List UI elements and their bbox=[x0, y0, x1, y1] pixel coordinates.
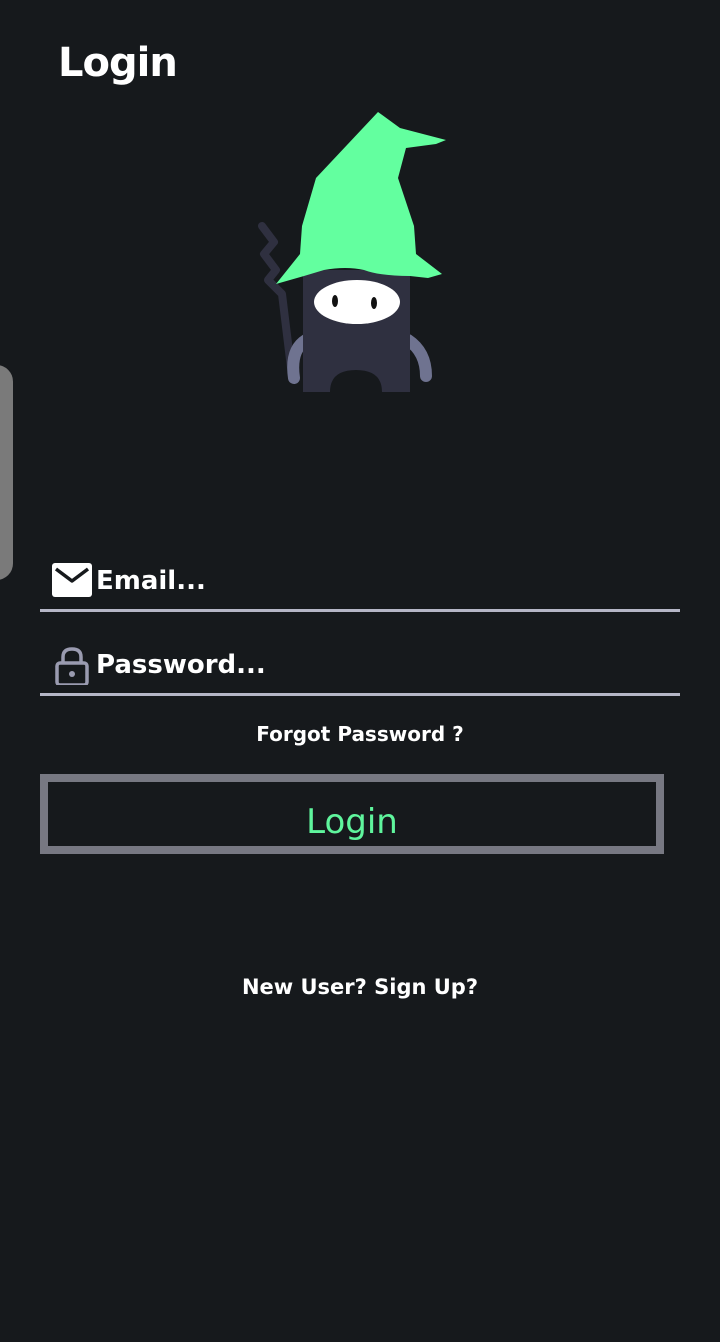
signup-link[interactable]: New User? Sign Up? bbox=[0, 975, 720, 999]
lock-icon bbox=[55, 647, 89, 685]
right-arm-shape bbox=[402, 334, 432, 382]
side-scroll-handle[interactable] bbox=[0, 365, 13, 580]
face-shape bbox=[314, 280, 400, 324]
password-field bbox=[40, 637, 680, 696]
hat-shape bbox=[276, 112, 446, 284]
email-input[interactable] bbox=[96, 559, 656, 603]
login-button[interactable]: Login bbox=[40, 774, 664, 854]
staff-shape bbox=[258, 222, 296, 380]
password-input[interactable] bbox=[96, 643, 656, 687]
mail-icon bbox=[52, 563, 92, 597]
right-eye-shape bbox=[371, 297, 377, 309]
left-eye-shape bbox=[332, 295, 338, 307]
forgot-password-link[interactable]: Forgot Password ? bbox=[0, 722, 720, 746]
email-field bbox=[40, 553, 680, 612]
page-title: Login bbox=[58, 40, 178, 86]
wizard-mascot-illustration bbox=[258, 112, 446, 392]
